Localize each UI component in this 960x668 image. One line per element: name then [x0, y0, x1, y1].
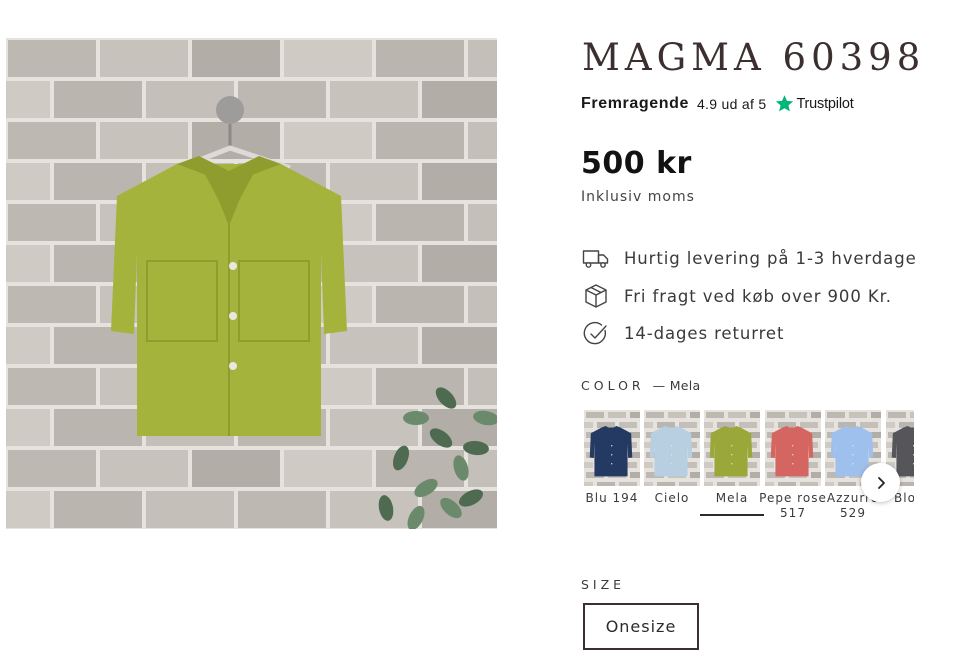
feature-returns: 14-dages returret	[582, 315, 917, 353]
color-swatch-cielo[interactable]: Cielo	[644, 410, 700, 506]
product-main-image[interactable]	[6, 38, 497, 529]
box-icon	[582, 282, 610, 310]
size-option-onesize[interactable]: Onesize	[583, 603, 699, 650]
carousel-next-button[interactable]	[861, 463, 900, 502]
swatch-name: Blu 194	[585, 491, 639, 505]
trustpilot-rating[interactable]: Fremragende 4.9 ud af 5 Trustpilot	[581, 94, 854, 113]
vat-note: Inklusiv moms	[581, 189, 695, 205]
star-icon	[775, 94, 794, 113]
product-price: 500 kr	[581, 146, 692, 181]
feature-text: 14-dages returret	[624, 324, 785, 344]
trustpilot-logo-text: Trustpilot	[796, 95, 854, 112]
chevron-right-icon	[877, 476, 885, 489]
feature-text: Fri fragt ved køb over 900 Kr.	[624, 286, 892, 306]
color-swatch-pepe-rose-517[interactable]: Pepe rose 517	[759, 410, 826, 521]
swatch-thumbnail	[704, 410, 760, 486]
rating-label: Fremragende	[581, 94, 689, 112]
check-circle-icon	[582, 320, 610, 348]
size-label: SIZE	[581, 577, 626, 592]
swatch-name: Cielo	[654, 491, 690, 505]
selected-underline	[700, 514, 764, 516]
rating-score: 4.9 ud af 5	[696, 95, 767, 112]
feature-free-shipping: Fri fragt ved køb over 900 Kr.	[582, 278, 917, 316]
swatch-thumbnail	[765, 410, 821, 486]
color-swatch-mela[interactable]: Mela	[700, 410, 764, 516]
color-selector-header: COLOR — Mela	[581, 378, 701, 393]
swatch-thumbnail	[584, 410, 640, 486]
selected-color: — Mela	[652, 378, 701, 393]
feature-delivery: Hurtig levering på 1-3 hverdage	[582, 240, 917, 278]
color-label: COLOR	[581, 378, 645, 393]
truck-icon	[582, 245, 610, 273]
swatch-name: Mela	[715, 491, 749, 505]
color-swatch-blu-194[interactable]: Blu 194	[584, 410, 640, 506]
feature-text: Hurtig levering på 1-3 hverdage	[624, 249, 917, 269]
feature-list: Hurtig levering på 1-3 hverdage Fri frag…	[582, 240, 917, 353]
swatch-thumbnail	[644, 410, 700, 486]
swatch-name: Pepe rose 517	[759, 491, 827, 520]
shirt-photo	[6, 38, 497, 529]
color-swatch-carousel: Blu 194 Cielo Mela Pepe rose 517 Azzurro…	[582, 410, 914, 525]
product-title: MAGMA 60398	[582, 36, 926, 79]
